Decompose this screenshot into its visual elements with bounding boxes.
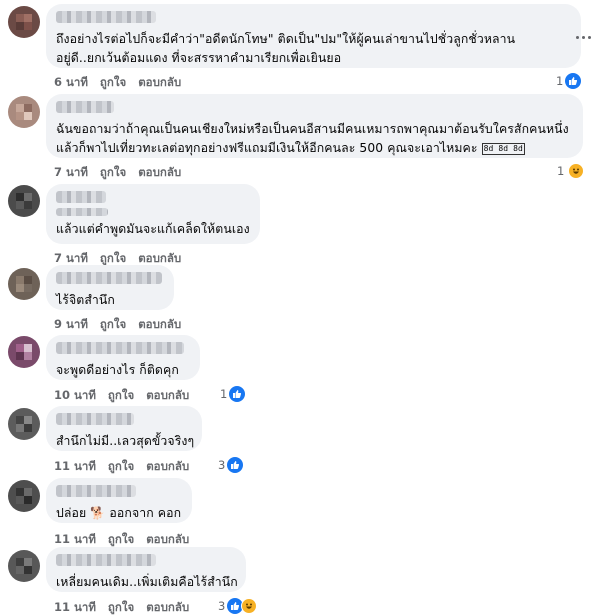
author-name-blurred[interactable] (56, 11, 156, 23)
avatar[interactable] (8, 336, 40, 368)
comment-text: แล้วก็พาไปเที่ยวทะเลต่อทุกอย่างฟรีแถมมีเ… (56, 141, 525, 155)
like-icon (229, 386, 246, 402)
like-button[interactable]: ถูกใจ (108, 387, 134, 405)
like-icon (565, 73, 582, 89)
haha-icon (568, 163, 585, 179)
comment-meta: 7 นาที ถูกใจ ตอบกลับ (54, 164, 181, 182)
comment-meta: 11 นาที ถูกใจ ตอบกลับ (54, 599, 189, 616)
author-name-blurred[interactable] (56, 413, 134, 425)
like-button[interactable]: ถูกใจ (100, 74, 126, 92)
more-options-icon[interactable] (576, 36, 594, 42)
author-name-blurred[interactable] (56, 101, 114, 113)
comment-meta: 9 นาที ถูกใจ ตอบกลับ (54, 316, 181, 334)
comment-bubble: สำนึกไม่มี..เลวสุดขั้วจริงๆ (46, 406, 202, 451)
author-name-blurred[interactable] (56, 485, 136, 497)
reply-button[interactable]: ตอบกลับ (146, 458, 189, 476)
like-button[interactable]: ถูกใจ (108, 599, 134, 616)
reply-button[interactable]: ตอบกลับ (146, 387, 189, 405)
comment-bubble: แล้วแต่คำพูดมันจะแก้เคล็ดให้ตนเอง (46, 184, 260, 244)
reply-button[interactable]: ตอบกลับ (146, 599, 189, 616)
comment-text: ฉันขอถามว่าถ้าคุณเป็นคนเชียงใหม่หรือเป็น… (56, 122, 569, 136)
comment-meta: 11 นาที ถูกใจ ตอบกลับ (54, 458, 189, 476)
reply-button[interactable]: ตอบกลับ (138, 74, 181, 92)
reaction-count: 1 (556, 74, 564, 88)
comment-text: ถึงอย่างไรต่อไปก็จะมีคำว่า"อดีตนักโทษ" ต… (56, 32, 516, 46)
author-name-blurred[interactable] (56, 272, 162, 284)
comment-bubble: ไร้จิตสำนึก (46, 265, 174, 310)
comment-time[interactable]: 6 นาที (54, 74, 88, 92)
comment-bubble: ฉันขอถามว่าถ้าคุณเป็นคนเชียงใหม่หรือเป็น… (46, 94, 583, 158)
comment-time[interactable]: 10 นาที (54, 387, 96, 405)
reaction-count: 1 (557, 164, 565, 178)
avatar[interactable] (8, 480, 40, 512)
avatar[interactable] (8, 185, 40, 217)
reply-button[interactable]: ตอบกลับ (138, 316, 181, 334)
comment-text: จะพูดดีอย่างไร ก็ติดคุก (56, 363, 179, 377)
like-icon (227, 457, 244, 473)
haha-icon (241, 598, 258, 614)
avatar[interactable] (8, 96, 40, 128)
author-name-blurred[interactable] (56, 554, 156, 566)
avatar[interactable] (8, 550, 40, 582)
author-name-blurred (56, 208, 108, 216)
like-button[interactable]: ถูกใจ (108, 458, 134, 476)
comment-bubble: จะพูดดีอย่างไร ก็ติดคุก (46, 335, 200, 380)
reaction-summary[interactable]: 3 (218, 457, 244, 473)
comment-time[interactable]: 11 นาที (54, 458, 96, 476)
avatar[interactable] (8, 6, 40, 38)
reaction-count: 1 (220, 387, 228, 401)
comment-text: เหลี่ยมคนเดิม..เพิ่มเติมคือไร้สำนึก (56, 575, 238, 589)
reaction-summary[interactable]: 1 (556, 73, 582, 89)
comment-text: สำนึกไม่มี..เลวสุดขั้วจริงๆ (56, 434, 195, 448)
reaction-summary[interactable]: 1 (557, 163, 585, 179)
comment-text: ไร้จิตสำนึก (56, 293, 115, 307)
avatar[interactable] (8, 268, 40, 300)
like-button[interactable]: ถูกใจ (100, 316, 126, 334)
comment-bubble: ถึงอย่างไรต่อไปก็จะมีคำว่า"อดีตนักโทษ" ต… (46, 4, 581, 68)
reaction-count: 3 (218, 599, 226, 613)
comment-bubble: เหลี่ยมคนเดิม..เพิ่มเติมคือไร้สำนึก (46, 547, 246, 592)
reaction-count: 3 (218, 458, 226, 472)
comment-text: อยู่ดี..ยกเว้นต้อมแดง ที่จะสรรหาคำมาเรีย… (56, 51, 342, 65)
comment-text: แล้วแต่คำพูดมันจะแก้เคล็ดให้ตนเอง (56, 222, 250, 236)
avatar[interactable] (8, 408, 40, 440)
reply-button[interactable]: ตอบกลับ (138, 164, 181, 182)
emoji-glyph: 8d 8d 8d (481, 142, 525, 155)
comment-time[interactable]: 11 นาที (54, 599, 96, 616)
comment-time[interactable]: 9 นาที (54, 316, 88, 334)
reaction-summary[interactable]: 1 (220, 386, 246, 402)
comment-meta: 10 นาที ถูกใจ ตอบกลับ (54, 387, 189, 405)
reaction-summary[interactable]: 3 (218, 598, 258, 614)
like-button[interactable]: ถูกใจ (100, 164, 126, 182)
author-name-blurred[interactable] (56, 191, 106, 203)
dog-emoji-icon: 🐕 (90, 506, 106, 520)
comment-text: ปล่อย 🐕 ออกจาก คอก (56, 506, 182, 520)
comment-bubble: ปล่อย 🐕 ออกจาก คอก (46, 478, 192, 523)
comment-time[interactable]: 7 นาที (54, 164, 88, 182)
author-name-blurred[interactable] (56, 342, 184, 354)
comment-meta: 6 นาที ถูกใจ ตอบกลับ (54, 74, 181, 92)
